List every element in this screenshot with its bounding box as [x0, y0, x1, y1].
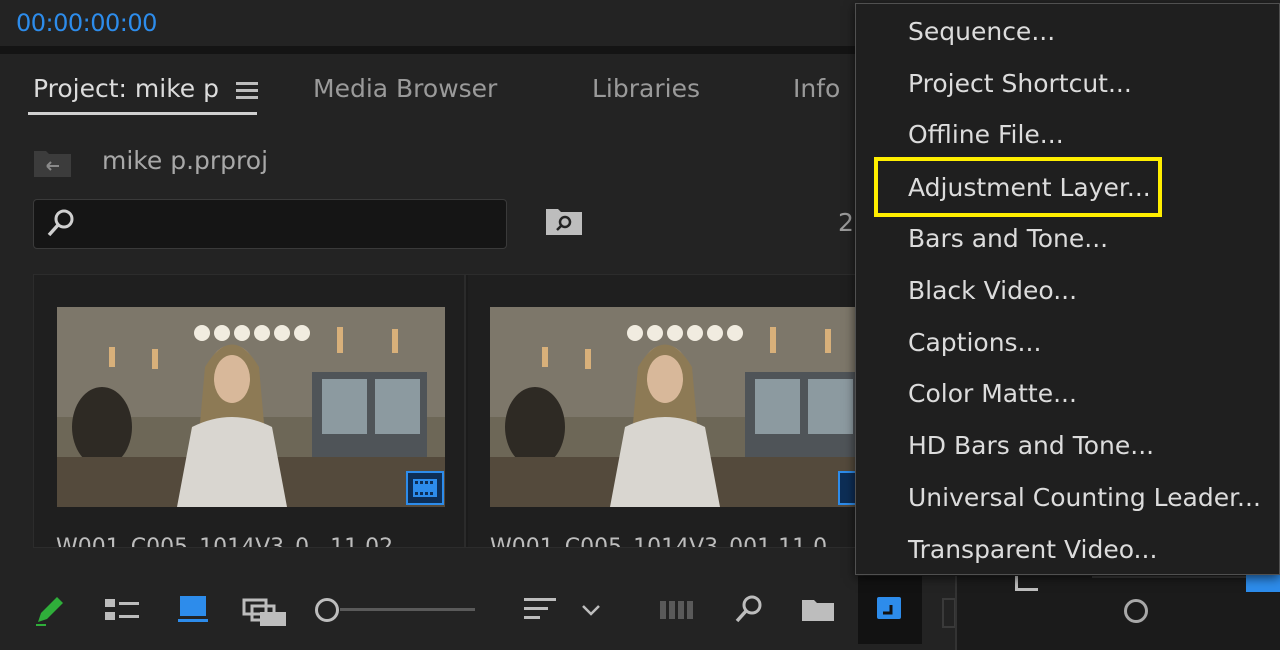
new-item-icon [877, 597, 901, 619]
clip-card[interactable]: W001_C005_1014V3_0...11.02 [34, 275, 466, 547]
clip-name: W001_C005_1014V3_001.11.0 [490, 535, 828, 548]
freeform-view-icon[interactable] [242, 592, 288, 628]
project-folder-up-icon[interactable] [33, 146, 73, 178]
clip-thumbnail [57, 307, 445, 507]
video-clip-badge-icon [406, 471, 444, 505]
search-icon [47, 209, 74, 237]
pin-icon[interactable] [1015, 576, 1038, 591]
project-file-name: mike p.prproj [102, 146, 269, 175]
slider-handle[interactable] [1124, 599, 1148, 623]
item-count: 2 [838, 208, 854, 237]
menu-item-hd-bars-and-tone[interactable]: HD Bars and Tone... [908, 431, 1154, 460]
tab-media-browser[interactable]: Media Browser [313, 74, 497, 103]
clip-name: W001_C005_1014V3_0...11.02 [56, 535, 394, 548]
icon-view-icon[interactable] [175, 592, 211, 628]
clear-icon[interactable] [942, 598, 956, 628]
zoom-slider-track[interactable] [340, 608, 475, 611]
menu-item-offline-file[interactable]: Offline File... [908, 120, 1064, 149]
selected-clip-marker[interactable] [1246, 572, 1280, 592]
search-input[interactable] [33, 199, 507, 249]
pencil-icon[interactable] [32, 592, 68, 628]
clip-thumbnail-grid: W001_C005_1014V3_0...11.02 W001_C005_101… [33, 274, 857, 548]
highlight-box [874, 157, 1162, 217]
clip-thumbnail [490, 307, 856, 507]
menu-item-captions[interactable]: Captions... [908, 328, 1041, 357]
automate-to-sequence-icon[interactable] [659, 592, 695, 628]
menu-item-sequence[interactable]: Sequence... [908, 17, 1055, 46]
timecode-display[interactable]: 00:00:00:00 [16, 9, 157, 37]
menu-item-color-matte[interactable]: Color Matte... [908, 379, 1077, 408]
menu-item-transparent-video[interactable]: Transparent Video... [908, 535, 1157, 564]
menu-item-black-video[interactable]: Black Video... [908, 276, 1077, 305]
menu-item-bars-and-tone[interactable]: Bars and Tone... [908, 224, 1108, 253]
tab-info[interactable]: Info [793, 74, 840, 103]
tab-libraries[interactable]: Libraries [592, 74, 700, 103]
find-icon[interactable] [731, 592, 767, 628]
new-item-menu: Sequence... Project Shortcut... Offline … [855, 3, 1280, 575]
list-view-icon[interactable] [104, 592, 140, 628]
tab-project[interactable]: Project: mike p [33, 74, 219, 103]
chevron-down-icon[interactable] [578, 592, 604, 628]
active-tab-indicator [28, 112, 257, 115]
menu-item-project-shortcut[interactable]: Project Shortcut... [908, 69, 1132, 98]
find-in-bin-icon[interactable] [545, 206, 583, 236]
menu-item-universal-counting-leader[interactable]: Universal Counting Leader... [908, 483, 1261, 512]
new-bin-icon[interactable] [800, 592, 836, 628]
panel-menu-icon[interactable] [236, 82, 258, 100]
clip-card[interactable]: W001_C005_1014V3_001.11.0 [468, 275, 856, 548]
adjacent-panel [955, 576, 1280, 650]
sort-icon[interactable] [522, 592, 558, 628]
zoom-slider-handle[interactable] [315, 598, 339, 622]
new-item-button[interactable] [858, 576, 922, 644]
